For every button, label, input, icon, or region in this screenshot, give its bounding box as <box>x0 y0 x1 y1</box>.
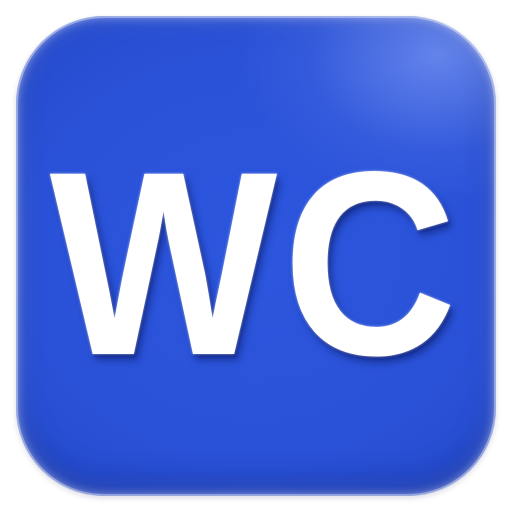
icon-canvas: WC <box>0 0 512 512</box>
restroom-sign-icon: WC <box>16 16 496 496</box>
wc-label: WC <box>49 117 463 410</box>
